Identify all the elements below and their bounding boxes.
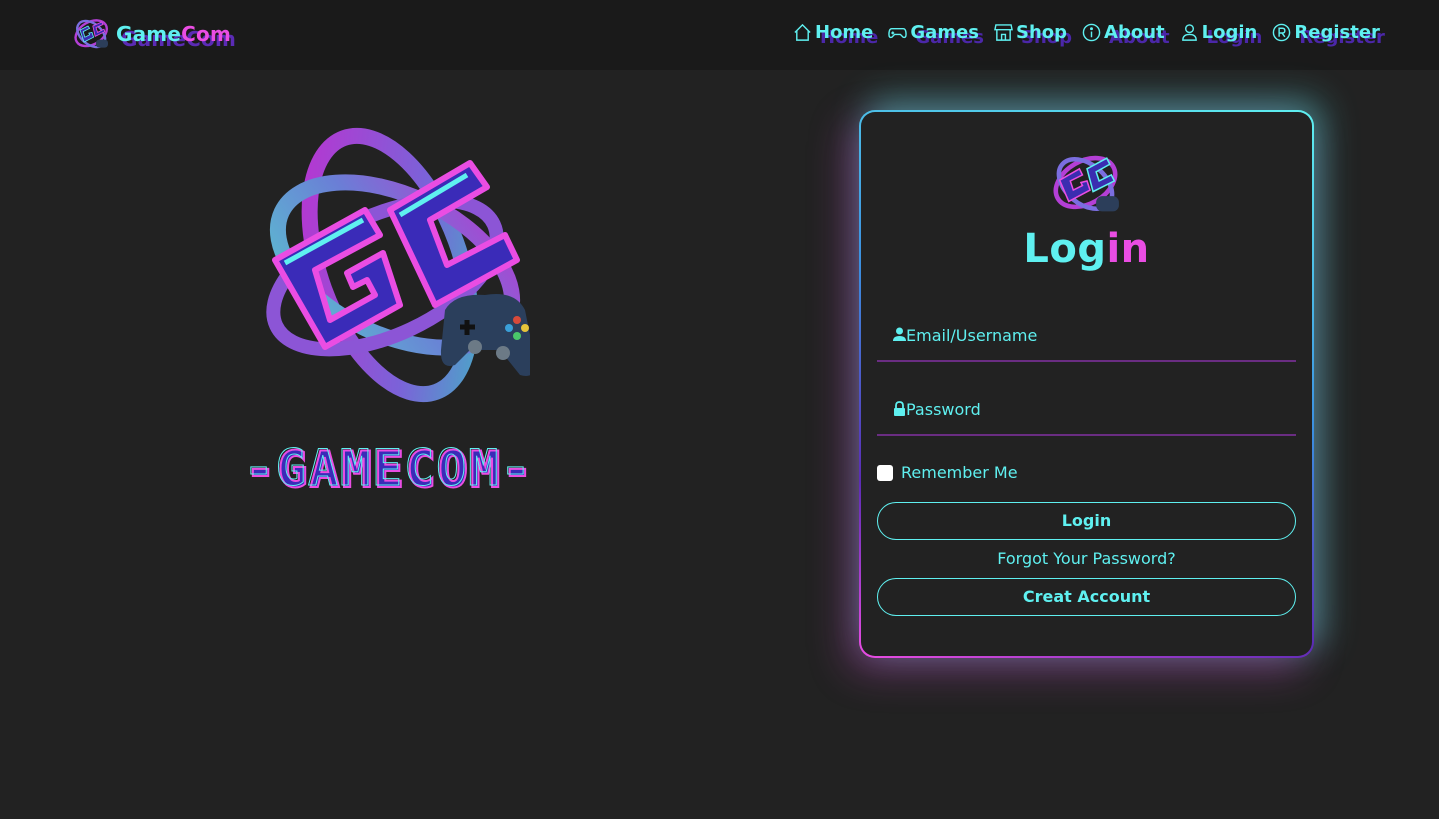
nav-item-about[interactable]: About About xyxy=(1082,22,1170,48)
gamecom-emblem xyxy=(266,127,530,403)
brand-name-part1: Game xyxy=(116,22,182,46)
user-icon xyxy=(893,327,906,341)
nav-item-login[interactable]: Login Login xyxy=(1180,22,1262,48)
nav-label-home: Home xyxy=(815,22,874,43)
brand[interactable]: GameCom GameCom xyxy=(72,12,236,56)
remember-me-checkbox[interactable] xyxy=(877,464,893,481)
hero-wordmark: -GAMECOM- -GAMECOM- xyxy=(200,437,580,501)
username-field xyxy=(877,312,1296,362)
registered-icon xyxy=(1273,23,1291,42)
username-input[interactable] xyxy=(906,320,1286,350)
nav-item-shop[interactable]: Shop Shop xyxy=(994,22,1072,48)
info-icon xyxy=(1082,23,1101,42)
login-card: Login Remember Me Login Forgot Your Pass… xyxy=(859,110,1314,658)
gamepad-icon xyxy=(888,27,908,39)
remember-me: Remember Me xyxy=(877,463,1018,482)
brand-name: GameCom GameCom xyxy=(116,22,236,51)
login-title-part1: Log xyxy=(1023,226,1107,272)
login-title-part2: in xyxy=(1106,226,1150,272)
card-logo-icon xyxy=(1053,155,1119,212)
nav-label-games: Games xyxy=(910,22,980,43)
nav-links: Home Home Games Games Shop Shop About About xyxy=(793,22,1395,48)
nav-item-games[interactable]: Games Games xyxy=(888,22,984,48)
forgot-password-link[interactable]: Forgot Your Password? xyxy=(861,549,1312,568)
hero-logo: -GAMECOM- -GAMECOM- xyxy=(200,125,580,501)
home-icon xyxy=(794,23,811,41)
nav-item-register[interactable]: Register Register xyxy=(1272,22,1385,48)
nav-item-home[interactable]: Home Home xyxy=(793,22,878,48)
navbar: GameCom GameCom Home Home Games Games Shop… xyxy=(0,0,1439,70)
brand-logo-icon xyxy=(74,19,108,49)
nav-label-shop: Shop xyxy=(1016,22,1068,43)
remember-me-label[interactable]: Remember Me xyxy=(901,463,1018,482)
password-field xyxy=(877,386,1296,436)
shop-icon xyxy=(994,24,1013,41)
create-account-button[interactable]: Creat Account xyxy=(877,578,1296,616)
user-icon xyxy=(1181,24,1197,41)
svg-text:-GAMECOM-: -GAMECOM- xyxy=(244,439,533,497)
gamecom-wordmark-graphic: -GAMECOM- -GAMECOM- xyxy=(243,439,533,501)
login-title: Login xyxy=(861,226,1312,272)
lock-icon xyxy=(894,401,905,416)
login-button[interactable]: Login xyxy=(877,502,1296,540)
nav-label-login: Login xyxy=(1201,22,1258,43)
nav-label-register: Register xyxy=(1294,22,1380,43)
brand-name-part2: Com xyxy=(181,22,231,46)
password-input[interactable] xyxy=(906,394,1286,424)
nav-label-about: About xyxy=(1104,22,1165,43)
